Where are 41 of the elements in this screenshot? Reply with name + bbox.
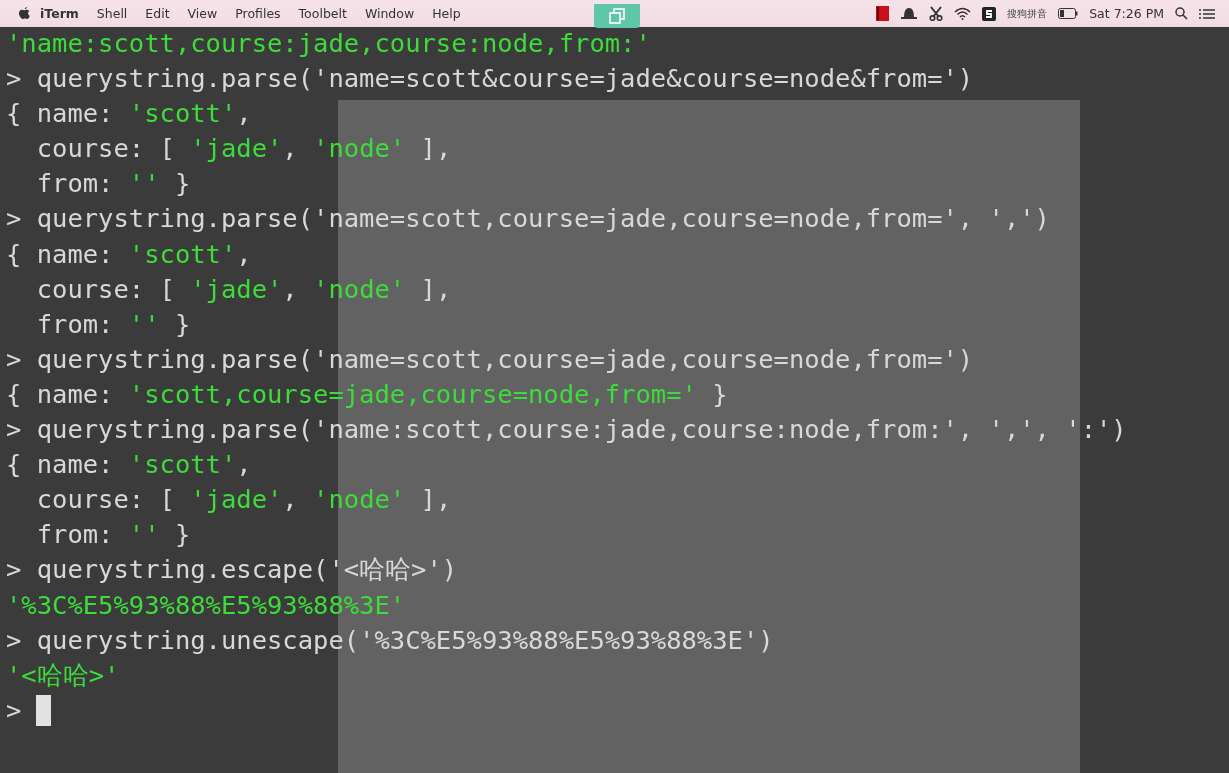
wifi-icon[interactable] [954,7,972,20]
terminal-line: from: '' } [35,167,191,201]
terminal-line: > querystring.escape('<哈哈>') [6,553,458,587]
overlapping-windows-icon [609,8,625,24]
input-method-label[interactable]: 搜狗拼音 [1007,6,1048,21]
terminal-line: > querystring.parse('name=scott,course=jade,course=node,from=', ',') [6,202,1050,236]
search-icon[interactable] [1175,7,1188,20]
menu-item[interactable]: Shell [87,6,137,21]
terminal-line: from: '' } [35,307,191,341]
terminal-line: > querystring.parse('name=scott,course=jade,course=node,from=') [6,342,974,376]
list-icon[interactable] [1199,7,1215,20]
terminal-line: 'name:scott,course:jade,course:node,from:' [6,27,651,60]
battery-icon[interactable] [1058,8,1079,19]
terminal-line: course: [ 'jade', 'node' ], [35,132,452,166]
menu-item[interactable]: Toolbelt [289,6,356,21]
terminal-line: { name: 'scott,course=jade,course=node,from=' } [6,377,728,411]
menu-item[interactable]: Window [355,6,424,21]
terminal-line: '%3C%E5%93%88%E5%93%88%3E' [6,588,406,622]
menu-item[interactable]: Help [423,6,470,21]
terminal-line: course: [ 'jade', 'node' ], [35,272,452,306]
menu-item[interactable]: Profiles [226,6,290,21]
terminal-line: { name: 'scott', [6,237,252,271]
terminal-line: > querystring.parse('name=scott&course=jade&course=node&from=') [6,62,974,96]
menu-item[interactable]: Edit [136,6,179,21]
terminal-line: { name: 'scott', [6,97,252,131]
scissors-icon[interactable] [929,6,944,21]
s-logo-icon[interactable] [982,6,997,21]
clock[interactable]: Sat 7:26 PM [1089,6,1164,21]
terminal-line: > querystring.parse('name:scott,course:jade,course:node,from:', ',', ':') [6,413,1127,447]
terminal-line: { name: 'scott', [6,448,252,482]
terminal-line: from: '' } [35,518,191,552]
text-cursor [36,694,52,726]
film-icon[interactable] [876,6,890,21]
menu-item[interactable]: View [178,6,227,21]
terminal-line: course: [ 'jade', 'node' ], [35,483,452,517]
apple-icon[interactable] [18,6,31,21]
menu-item[interactable]: iTerm [31,6,88,21]
terminal-line: '<哈哈>' [6,658,120,692]
prompt: > [6,693,22,727]
hat-icon[interactable] [900,7,919,20]
terminal-line: > querystring.unescape('%3C%E5%93%88%E5%93%88%3E') [6,623,774,657]
